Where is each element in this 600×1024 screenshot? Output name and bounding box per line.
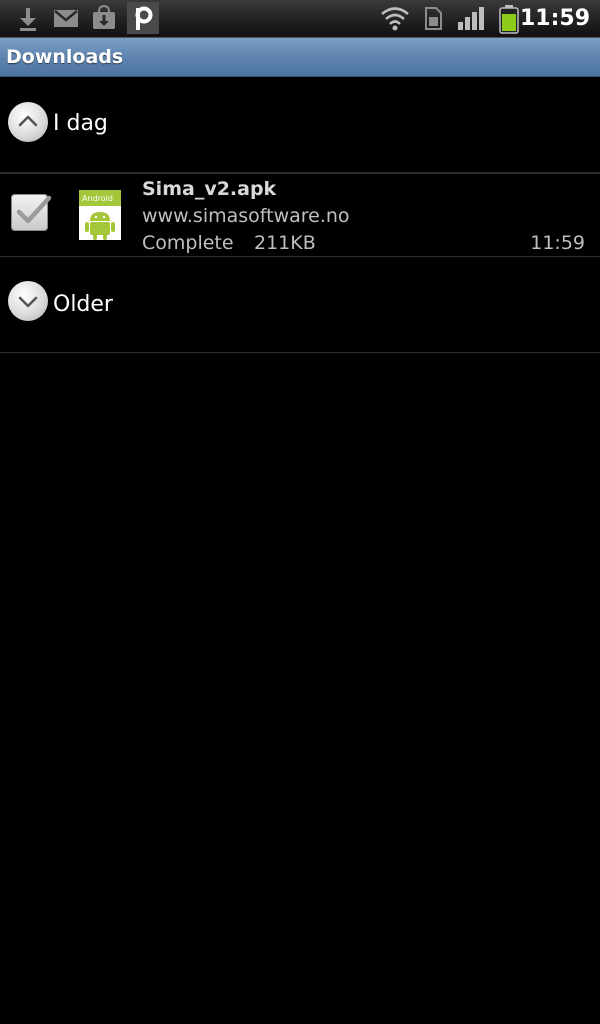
battery-icon <box>498 4 520 34</box>
group-label-today: I dag <box>53 111 108 136</box>
group-toggle-older[interactable] <box>8 281 48 321</box>
chevron-down-icon <box>18 296 38 308</box>
gmail-icon <box>53 4 79 32</box>
pulse-app-icon <box>127 2 159 34</box>
group-toggle-today[interactable] <box>8 102 48 142</box>
checkmark-icon <box>16 195 52 224</box>
download-row[interactable]: Android Sima_v2.apk www.simasoftware.no … <box>0 173 600 257</box>
row-checkbox[interactable] <box>11 194 52 231</box>
group-header-older[interactable]: Older <box>0 256 600 353</box>
file-size: 211KB <box>254 232 316 254</box>
download-icon <box>16 4 40 32</box>
file-name: Sima_v2.apk <box>142 178 277 200</box>
screen: 11:59 Downloads I dag Android Sima_v2.ap… <box>0 0 600 1024</box>
wifi-icon <box>380 4 410 32</box>
file-source: www.simasoftware.no <box>142 205 350 227</box>
svg-text:Android: Android <box>82 194 113 203</box>
sim-icon <box>423 4 443 32</box>
android-apk-icon: Android <box>79 190 121 240</box>
group-header-today[interactable]: I dag <box>0 77 600 173</box>
download-status: Complete <box>142 232 234 254</box>
page-title: Downloads <box>6 46 124 68</box>
title-bar: Downloads <box>0 38 600 77</box>
market-download-icon <box>91 4 117 32</box>
group-label-older: Older <box>53 292 113 317</box>
chevron-up-icon <box>18 115 38 127</box>
clock: 11:59 <box>519 6 590 31</box>
download-time: 11:59 <box>530 232 585 254</box>
signal-icon <box>457 4 485 32</box>
status-bar: 11:59 <box>0 0 600 38</box>
